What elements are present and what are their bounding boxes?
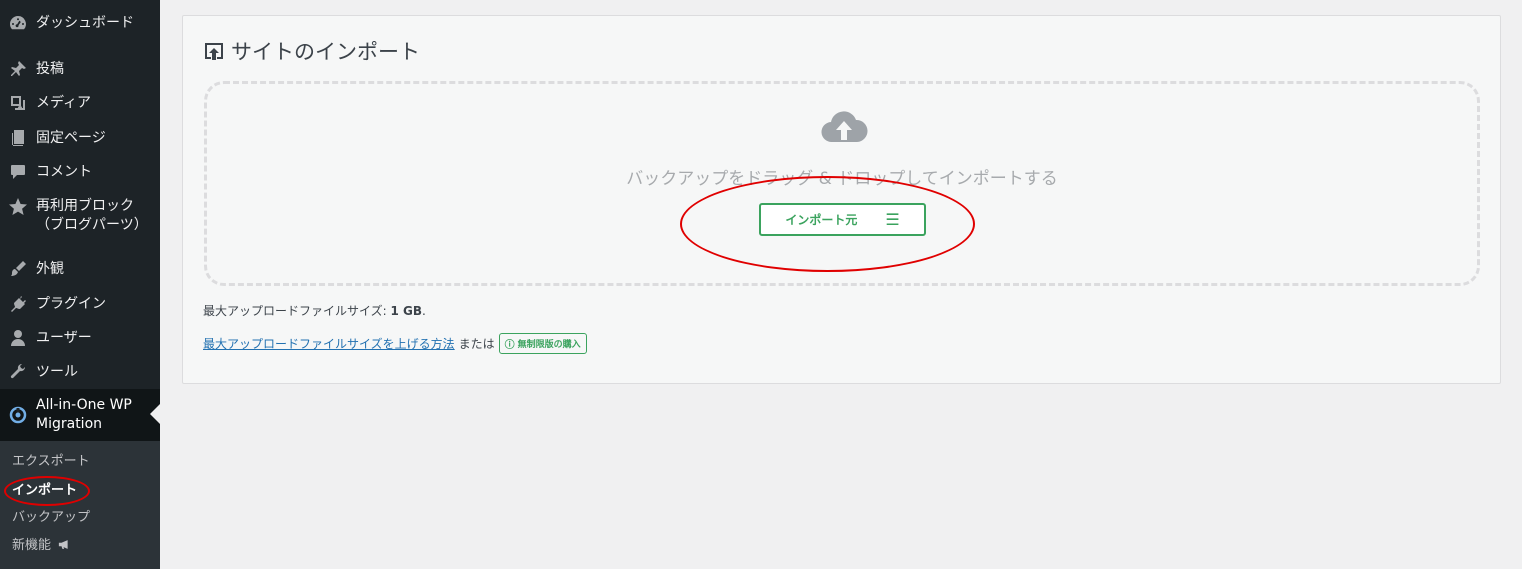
sidebar-item-pages[interactable]: 固定ページ — [0, 128, 160, 148]
admin-sidebar: ダッシュボード 投稿 メディア 固定ページ コメント 再利用ブロック （ブログパ… — [0, 0, 160, 569]
import-from-button[interactable]: インポート元 ☰ — [759, 203, 926, 236]
sidebar-item-tools[interactable]: ツール — [0, 362, 160, 382]
sidebar-item-label: All-in-One WP Migration — [36, 397, 132, 432]
sidebar-item-label: ダッシュボード — [36, 14, 134, 31]
import-from-label: インポート元 — [785, 213, 858, 227]
sidebar-item-reusable-blocks[interactable]: 再利用ブロック （ブログパーツ） — [0, 197, 160, 235]
sidebar-item-comments[interactable]: コメント — [0, 162, 160, 182]
sidebar-item-label: 外観 — [36, 260, 64, 277]
sidebar-item-dashboard[interactable]: ダッシュボード — [0, 13, 160, 33]
page-title-text: サイトのインポート — [231, 40, 420, 64]
max-upload-size: 最大アップロードファイルサイズ: 1 GB. — [203, 302, 426, 319]
current-menu-arrow — [150, 404, 160, 424]
comment-icon — [0, 162, 36, 182]
max-size-label: 最大アップロードファイルサイズ: — [203, 304, 387, 318]
page-title: サイトのインポート — [203, 36, 420, 66]
plugin-icon — [0, 294, 36, 314]
annotation-circle-submenu-import — [4, 476, 90, 506]
sidebar-item-plugins[interactable]: プラグイン — [0, 294, 160, 314]
pin-icon — [0, 59, 36, 79]
import-icon — [203, 40, 231, 62]
sidebar-item-label: メディア — [36, 94, 92, 111]
buy-unlimited-button[interactable]: ⓘ 無制限版の購入 — [498, 333, 587, 354]
max-size-end: . — [422, 304, 426, 318]
drop-instruction: バックアップをドラッグ & ドロップしてインポートする — [626, 169, 1058, 189]
sidebar-item-media[interactable]: メディア — [0, 93, 160, 113]
sidebar-submenu: エクスポート インポート バックアップ 新機能 — [0, 441, 160, 569]
sidebar-item-label: 固定ページ — [36, 129, 106, 146]
max-size-value: 1 GB — [390, 304, 423, 318]
user-icon — [0, 328, 36, 348]
sidebar-item-label: ユーザー — [36, 329, 92, 346]
sidebar-item-label: 再利用ブロック （ブログパーツ） — [36, 198, 148, 233]
brush-icon — [0, 259, 36, 279]
submenu-item-whats-new[interactable]: 新機能 — [12, 537, 72, 555]
sidebar-item-appearance[interactable]: 外観 — [0, 259, 160, 279]
sidebar-item-label: コメント — [36, 163, 92, 180]
wrench-icon — [0, 362, 36, 382]
buy-unlimited-label: 無制限版の購入 — [517, 340, 581, 350]
sidebar-item-label: プラグイン — [36, 295, 106, 312]
star-icon — [0, 197, 36, 217]
cloud-upload-icon — [821, 111, 868, 143]
sidebar-item-posts[interactable]: 投稿 — [0, 59, 160, 79]
sidebar-item-users[interactable]: ユーザー — [0, 328, 160, 348]
page-icon — [0, 128, 36, 148]
submenu-item-label: 新機能 — [12, 538, 52, 553]
dashboard-icon — [0, 13, 36, 33]
or-text: または — [458, 337, 495, 351]
help-row: 最大アップロードファイルサイズを上げる方法 または ⓘ 無制限版の購入 — [203, 333, 587, 354]
submenu-item-export[interactable]: エクスポート — [12, 453, 90, 471]
info-icon: ⓘ — [504, 340, 515, 351]
increase-upload-size-link[interactable]: 最大アップロードファイルサイズを上げる方法 — [203, 335, 455, 352]
sidebar-item-all-in-one-wp-migration[interactable]: All-in-One WP Migration — [0, 389, 160, 441]
drop-zone[interactable]: バックアップをドラッグ & ドロップしてインポートする インポート元 ☰ — [204, 81, 1480, 286]
menu-icon: ☰ — [885, 209, 900, 229]
import-panel: サイトのインポート バックアップをドラッグ & ドロップしてインポートする イン… — [182, 15, 1501, 384]
sidebar-item-label: ツール — [36, 363, 78, 380]
megaphone-icon — [58, 538, 72, 553]
ai1wm-icon — [0, 405, 36, 425]
media-icon — [0, 93, 36, 113]
sidebar-item-label: 投稿 — [36, 60, 64, 77]
submenu-item-backup[interactable]: バックアップ — [12, 509, 90, 527]
